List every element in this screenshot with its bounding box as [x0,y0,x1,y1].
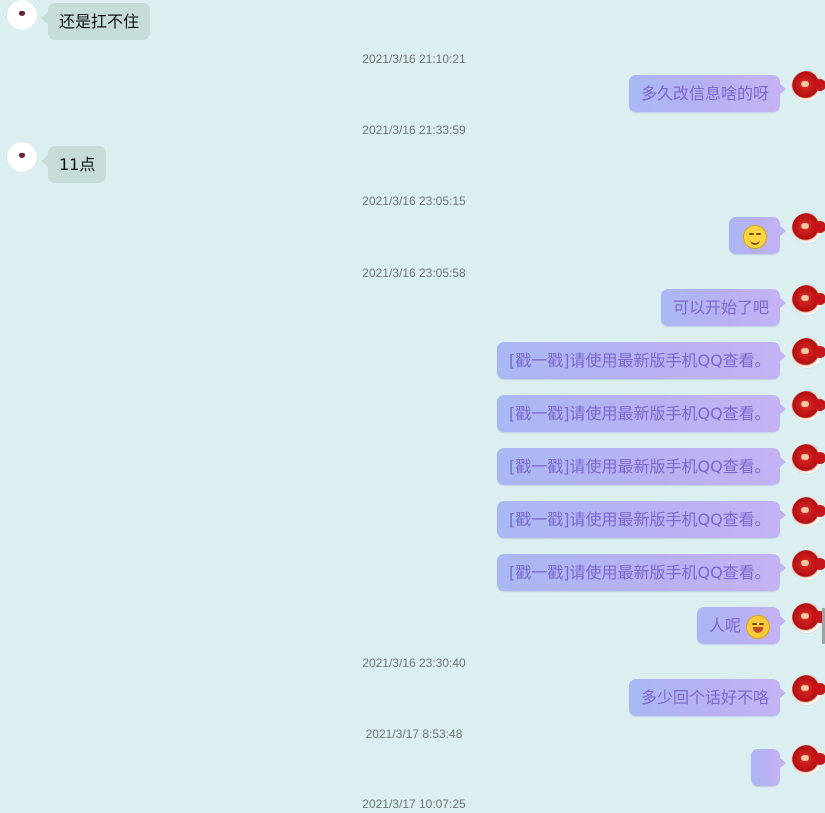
message-text: 人呢 [709,616,742,635]
user-avatar[interactable] [792,444,825,474]
sent-message-bubble: 人呢 [697,607,786,644]
sent-poke-message: [戳一戳]请使用最新版手机QQ查看。 [497,342,786,379]
sent-poke-message: [戳一戳]请使用最新版手机QQ查看。 [497,554,786,591]
sent-poke-message: [戳一戳]请使用最新版手机QQ查看。 [497,501,786,538]
user-avatar[interactable] [792,745,825,775]
sent-emoji-bubble [729,217,786,254]
timestamp: 2021/3/16 21:33:59 [362,123,466,137]
received-message-bubble: 还是扛不住 [40,3,151,40]
timestamp: 2021/3/16 23:30:40 [362,656,466,670]
timestamp: 2021/3/16 23:05:15 [362,194,466,208]
sent-poke-message: [戳一戳]请使用最新版手机QQ查看。 [497,395,786,432]
sent-message-bubble: 多少回个话好不咯 [629,679,786,716]
user-avatar[interactable] [792,285,825,315]
smile-emoji-icon [742,224,767,249]
sent-message-bubble: 多久改信息啥的呀 [629,75,786,112]
user-avatar[interactable] [792,338,825,368]
contact-avatar[interactable] [7,0,37,30]
user-avatar[interactable] [792,675,825,705]
sent-poke-message: [戳一戳]请使用最新版手机QQ查看。 [497,448,786,485]
user-avatar[interactable] [792,603,825,633]
user-avatar[interactable] [792,497,825,527]
chat-transcript: 还是扛不住 2021/3/16 21:10:21 多久改信息啥的呀 2021/3… [0,0,825,813]
contact-avatar[interactable] [7,142,37,172]
received-message-bubble: 11点 [40,146,107,183]
timestamp: 2021/3/17 8:53:48 [365,727,463,741]
user-avatar[interactable] [792,391,825,421]
timestamp: 2021/3/17 10:07:25 [362,797,466,811]
user-avatar[interactable] [792,71,825,101]
user-avatar[interactable] [792,550,825,580]
timestamp: 2021/3/16 21:10:21 [362,52,466,66]
timestamp: 2021/3/16 23:05:58 [362,266,466,280]
sent-message-bubble: 可以开始了吧 [661,289,786,326]
sent-image-bubble[interactable] [751,749,786,786]
laughing-emoji-icon [746,614,771,639]
user-avatar[interactable] [792,213,825,243]
